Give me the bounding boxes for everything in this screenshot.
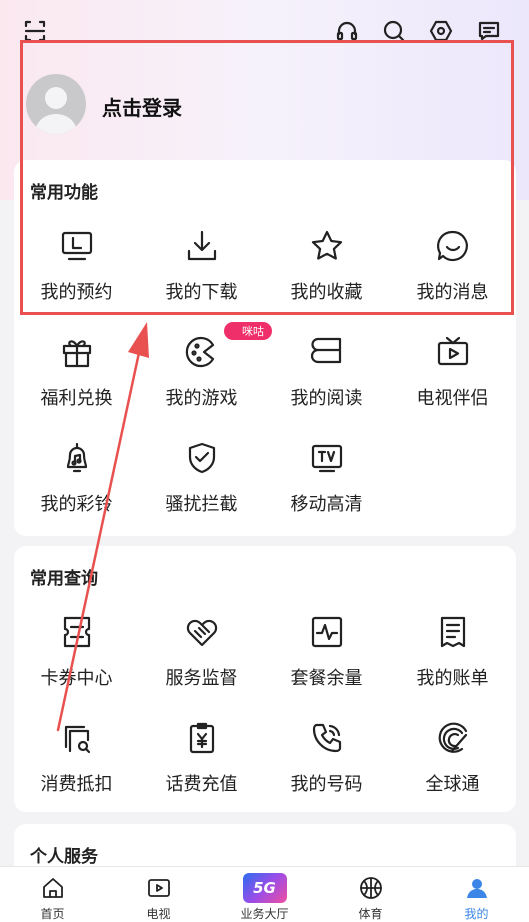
tab-label: 我的 bbox=[464, 907, 489, 921]
function-item-messages[interactable]: 我的消息 bbox=[390, 228, 515, 328]
copy-search-icon bbox=[59, 720, 95, 756]
function-item-reservation[interactable]: 我的预约 bbox=[14, 228, 139, 328]
settings-icon[interactable] bbox=[428, 18, 454, 44]
function-item-label: 我的下载 bbox=[165, 282, 238, 303]
bottom-tab-bar: 首页 电视 5G 业务大厅 体育 我的 bbox=[0, 866, 529, 922]
query-item-label: 消费抵扣 bbox=[40, 774, 113, 795]
headset-icon[interactable] bbox=[334, 18, 360, 44]
function-item-download[interactable]: 我的下载 bbox=[139, 228, 264, 328]
tab-business-hall[interactable]: 5G 业务大厅 bbox=[212, 867, 317, 922]
globe-swirl-icon bbox=[435, 720, 471, 756]
5g-logo-icon: 5G bbox=[242, 873, 287, 903]
function-item-label: 骚扰拦截 bbox=[165, 494, 238, 515]
function-item-block-harassment[interactable]: 骚扰拦截 bbox=[139, 440, 264, 540]
function-item-tv-companion[interactable]: 电视伴侣 bbox=[390, 334, 515, 434]
gift-icon bbox=[59, 334, 95, 370]
login-link[interactable]: 点击登录 bbox=[102, 92, 182, 121]
home-icon bbox=[40, 875, 66, 901]
function-item-label: 移动高清 bbox=[290, 494, 363, 515]
pulse-chart-icon bbox=[309, 614, 345, 650]
game-palette-icon bbox=[184, 334, 220, 370]
function-item-label: 我的彩铃 bbox=[40, 494, 113, 515]
scan-icon[interactable] bbox=[22, 18, 48, 44]
profile-section[interactable]: 点击登录 bbox=[14, 60, 516, 160]
coupon-icon bbox=[59, 614, 95, 650]
book-icon bbox=[309, 334, 345, 370]
query-item-plan-balance[interactable]: 套餐余量 bbox=[264, 614, 389, 714]
query-item-recharge[interactable]: 话费充值 bbox=[139, 720, 264, 820]
tab-label: 体育 bbox=[358, 907, 383, 921]
query-item-label: 话费充值 bbox=[165, 774, 238, 795]
query-item-service-supervision[interactable]: 服务监督 bbox=[139, 614, 264, 714]
avatar[interactable] bbox=[26, 74, 86, 134]
function-item-favorites[interactable]: 我的收藏 bbox=[264, 228, 389, 328]
bell-music-icon bbox=[59, 440, 95, 476]
tab-label: 电视 bbox=[146, 907, 171, 921]
handshake-heart-icon bbox=[184, 614, 220, 650]
message-icon[interactable] bbox=[476, 18, 502, 44]
function-item-label: 福利兑换 bbox=[40, 388, 113, 409]
query-item-label: 套餐余量 bbox=[290, 668, 363, 689]
tv-reserve-icon bbox=[59, 228, 95, 264]
function-item-reading[interactable]: 我的阅读 bbox=[264, 334, 389, 434]
section-title: 常用功能 bbox=[30, 183, 98, 203]
query-item-label: 我的账单 bbox=[416, 668, 489, 689]
tv-hd-icon bbox=[309, 440, 345, 476]
tab-sports[interactable]: 体育 bbox=[318, 867, 423, 922]
tab-label: 首页 bbox=[40, 907, 65, 921]
function-item-label: 电视伴侣 bbox=[416, 388, 489, 409]
function-item-mobile-hd[interactable]: 移动高清 bbox=[264, 440, 389, 540]
query-item-label: 我的号码 bbox=[290, 774, 363, 795]
query-item-consumption-deduction[interactable]: 消费抵扣 bbox=[14, 720, 139, 820]
message-smile-icon bbox=[435, 228, 471, 264]
tab-mine[interactable]: 我的 bbox=[424, 867, 529, 922]
tv-icon bbox=[435, 334, 471, 370]
shield-check-icon bbox=[184, 440, 220, 476]
yen-clipboard-icon bbox=[184, 720, 220, 756]
function-item-label: 我的消息 bbox=[416, 282, 489, 303]
migu-badge: 咪咕 bbox=[224, 322, 272, 340]
function-item-ringtone[interactable]: 我的彩铃 bbox=[14, 440, 139, 540]
query-item-my-number[interactable]: 我的号码 bbox=[264, 720, 389, 820]
top-bar bbox=[0, 12, 529, 52]
phone-icon bbox=[309, 720, 345, 756]
tab-tv[interactable]: 电视 bbox=[106, 867, 211, 922]
search-icon[interactable] bbox=[381, 18, 407, 44]
query-item-label: 卡券中心 bbox=[40, 668, 113, 689]
function-item-label: 我的游戏 bbox=[165, 388, 238, 409]
tab-home[interactable]: 首页 bbox=[0, 867, 105, 922]
function-item-games[interactable]: 我的游戏 bbox=[139, 334, 264, 434]
common-functions-card: 常用功能 我的预约 我的下载 我的收藏 我的消息 福利兑换 我的游戏 我的阅读 … bbox=[14, 160, 516, 536]
query-item-global[interactable]: 全球通 bbox=[390, 720, 515, 820]
star-icon bbox=[309, 228, 345, 264]
query-item-label: 服务监督 bbox=[165, 668, 238, 689]
function-item-label: 我的阅读 bbox=[290, 388, 363, 409]
bill-icon bbox=[435, 614, 471, 650]
query-item-bill[interactable]: 我的账单 bbox=[390, 614, 515, 714]
basketball-icon bbox=[358, 875, 384, 901]
video-play-icon bbox=[146, 875, 172, 901]
function-item-welfare[interactable]: 福利兑换 bbox=[14, 334, 139, 434]
download-icon bbox=[184, 228, 220, 264]
common-queries-card: 常用查询 卡券中心 服务监督 套餐余量 我的账单 消费抵扣 话费充值 我的号码 … bbox=[14, 546, 516, 812]
function-item-label: 我的收藏 bbox=[290, 282, 363, 303]
section-title: 常用查询 bbox=[30, 569, 98, 589]
query-item-coupons[interactable]: 卡券中心 bbox=[14, 614, 139, 714]
query-item-label: 全球通 bbox=[425, 774, 480, 795]
section-title: 个人服务 bbox=[30, 847, 98, 867]
tab-label: 业务大厅 bbox=[240, 907, 289, 921]
user-icon bbox=[464, 875, 490, 901]
function-item-label: 我的预约 bbox=[40, 282, 113, 303]
